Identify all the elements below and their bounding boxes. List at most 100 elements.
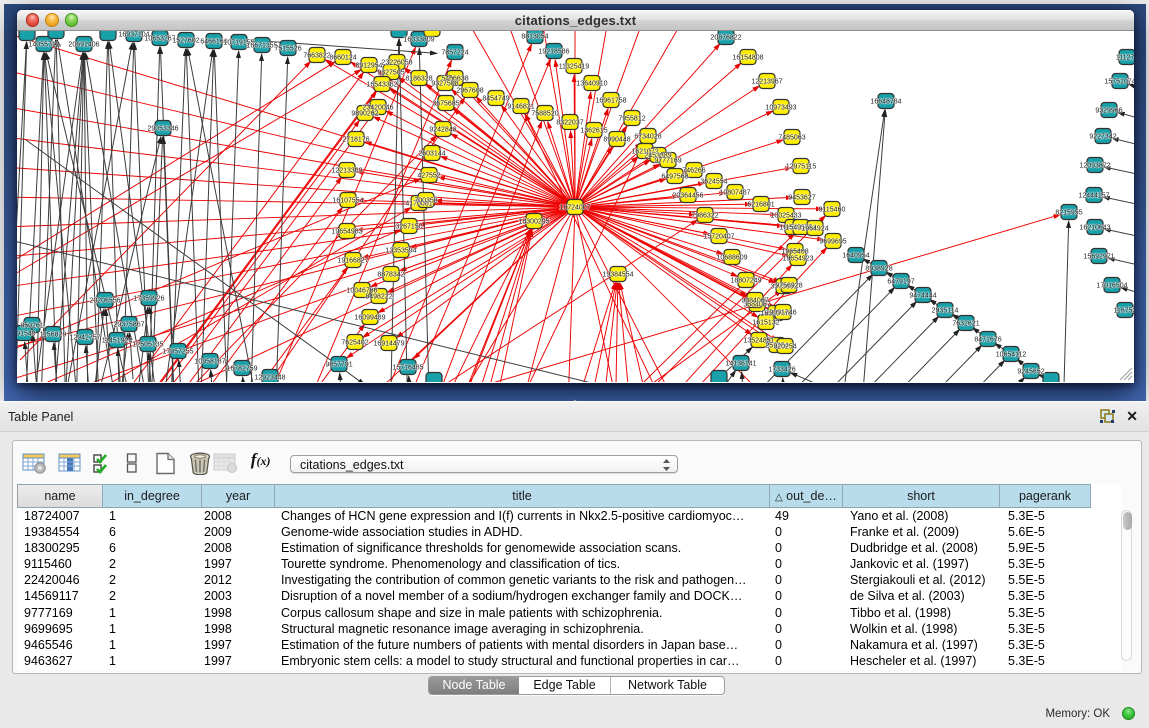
svg-text:11325419: 11325419 (559, 64, 590, 71)
svg-text:1733426: 1733426 (768, 367, 795, 374)
svg-text:8912954: 8912954 (355, 63, 382, 70)
svg-text:9699695: 9699695 (819, 239, 846, 246)
svg-text:16099489: 16099489 (354, 315, 385, 322)
svg-text:16914479: 16914479 (373, 341, 404, 348)
svg-text:8322037: 8322037 (556, 120, 583, 127)
svg-text:20206556: 20206556 (89, 298, 120, 305)
svg-text:13640910: 13640910 (576, 81, 607, 88)
svg-text:19218586: 19218586 (538, 49, 569, 56)
svg-text:15720407: 15720407 (703, 234, 734, 241)
svg-text:8186328: 8186328 (405, 76, 432, 83)
svg-text:12213369: 12213369 (331, 168, 362, 175)
svg-text:7485063: 7485063 (778, 135, 805, 142)
svg-text:8990448: 8990448 (603, 137, 630, 144)
svg-text:16671355: 16671355 (246, 43, 277, 50)
svg-text:9327508: 9327508 (431, 81, 458, 88)
svg-text:427552: 427552 (417, 173, 440, 180)
svg-text:16782759: 16782759 (226, 366, 257, 373)
svg-text:7588520: 7588520 (531, 111, 558, 118)
svg-text:10025433: 10025433 (770, 213, 801, 220)
svg-text:10958187: 10958187 (194, 359, 225, 366)
svg-text:10654112: 10654112 (996, 352, 1027, 359)
svg-text:16033809: 16033809 (403, 37, 434, 44)
svg-text:8454749: 8454749 (482, 96, 509, 103)
svg-text:6479197: 6479197 (887, 279, 914, 286)
svg-text:19654923: 19654923 (782, 256, 813, 263)
svg-text:8813054: 8813054 (521, 34, 548, 41)
svg-text:14055712: 14055712 (28, 42, 59, 49)
svg-text:8498222: 8498222 (365, 294, 392, 301)
svg-text:9453627: 9453627 (788, 195, 815, 202)
svg-text:15751074: 15751074 (1104, 79, 1134, 86)
svg-text:10807487: 10807487 (719, 190, 750, 197)
svg-text:9115460: 9115460 (819, 207, 846, 214)
svg-text:29375867: 29375867 (113, 322, 144, 329)
svg-text:12093872: 12093872 (1079, 163, 1110, 170)
svg-text:2967608: 2967608 (456, 88, 483, 95)
svg-text:9327505: 9327505 (377, 70, 404, 77)
svg-text:13353594: 13353594 (385, 248, 416, 255)
svg-text:3624554: 3624554 (700, 179, 727, 186)
svg-text:10973493: 10973493 (765, 105, 796, 112)
svg-text:9146821: 9146821 (507, 104, 534, 111)
svg-text:15692971: 15692971 (1083, 254, 1114, 261)
svg-text:6216801: 6216801 (747, 202, 774, 209)
svg-text:9474444: 9474444 (909, 293, 936, 300)
svg-text:10688609: 10688609 (716, 255, 747, 262)
svg-text:9242848: 9242848 (429, 127, 456, 134)
svg-text:17957255: 17957255 (162, 349, 193, 356)
svg-text:8215955: 8215955 (1055, 210, 1082, 217)
svg-text:18300295: 18300295 (518, 219, 549, 226)
svg-text:1156829: 1156829 (40, 332, 67, 339)
svg-text:9227342: 9227342 (1089, 134, 1116, 141)
svg-text:12923448: 12923448 (254, 375, 285, 382)
svg-text:16107554: 16107554 (332, 198, 363, 205)
svg-text:9329966: 9329966 (1095, 108, 1122, 115)
svg-text:15716485: 15716485 (392, 365, 423, 372)
svg-text:23226058: 23226058 (381, 60, 412, 67)
svg-text:7955812: 7955812 (618, 116, 645, 123)
svg-text:9857791: 9857791 (325, 362, 352, 369)
svg-text:12975115: 12975115 (786, 164, 817, 171)
svg-text:6734028: 6734028 (634, 134, 661, 141)
svg-text:19654983: 19654983 (331, 229, 362, 236)
svg-text:29053346: 29053346 (147, 126, 178, 133)
svg-text:16154808: 16154808 (732, 55, 763, 62)
svg-text:3675685: 3675685 (432, 101, 459, 108)
svg-text:12942757: 12942757 (69, 335, 100, 342)
svg-text:16210643: 16210643 (1079, 225, 1110, 232)
svg-text:12444157: 12444157 (1078, 193, 1109, 200)
svg-text:18724007: 18724007 (559, 205, 590, 212)
svg-text:20364456: 20364456 (672, 193, 703, 200)
svg-text:2718176: 2718176 (342, 137, 369, 144)
svg-text:6497568: 6497568 (661, 174, 688, 181)
svg-text:8471676: 8471676 (974, 337, 1001, 344)
svg-text:9890262: 9890262 (351, 111, 378, 118)
svg-text:2935114: 2935114 (932, 308, 959, 315)
svg-text:19166827: 19166827 (337, 258, 368, 265)
svg-text:7625402: 7625402 (341, 340, 368, 347)
svg-text:700358: 700358 (414, 198, 437, 205)
svg-text:7515526: 7515526 (274, 46, 301, 53)
svg-text:8938928: 8938928 (865, 266, 892, 273)
svg-text:9091746: 9091746 (769, 310, 796, 317)
svg-text:7986322: 7986322 (691, 213, 718, 220)
svg-text:920254: 920254 (773, 344, 796, 351)
svg-text:20876822: 20876822 (710, 35, 741, 42)
svg-text:12505135: 12505135 (132, 342, 163, 349)
svg-text:7663822: 7663822 (303, 53, 330, 60)
svg-text:8660124: 8660124 (329, 55, 356, 62)
svg-text:116753: 116753 (1114, 308, 1134, 315)
svg-text:1362615: 1362615 (580, 128, 607, 135)
svg-text:17359926: 17359926 (133, 296, 164, 303)
svg-text:1965408: 1965408 (781, 249, 808, 256)
svg-text:20691406: 20691406 (68, 42, 99, 49)
svg-text:1964924: 1964924 (801, 226, 828, 233)
svg-text:7632621: 7632621 (952, 321, 979, 328)
svg-text:1640954: 1640954 (842, 253, 869, 260)
svg-text:8878342: 8878342 (377, 272, 404, 279)
svg-text:850261: 850261 (20, 323, 43, 330)
svg-text:19384554: 19384554 (602, 272, 633, 279)
svg-text:14136141: 14136141 (725, 361, 756, 368)
svg-text:9756928: 9756928 (775, 283, 802, 290)
